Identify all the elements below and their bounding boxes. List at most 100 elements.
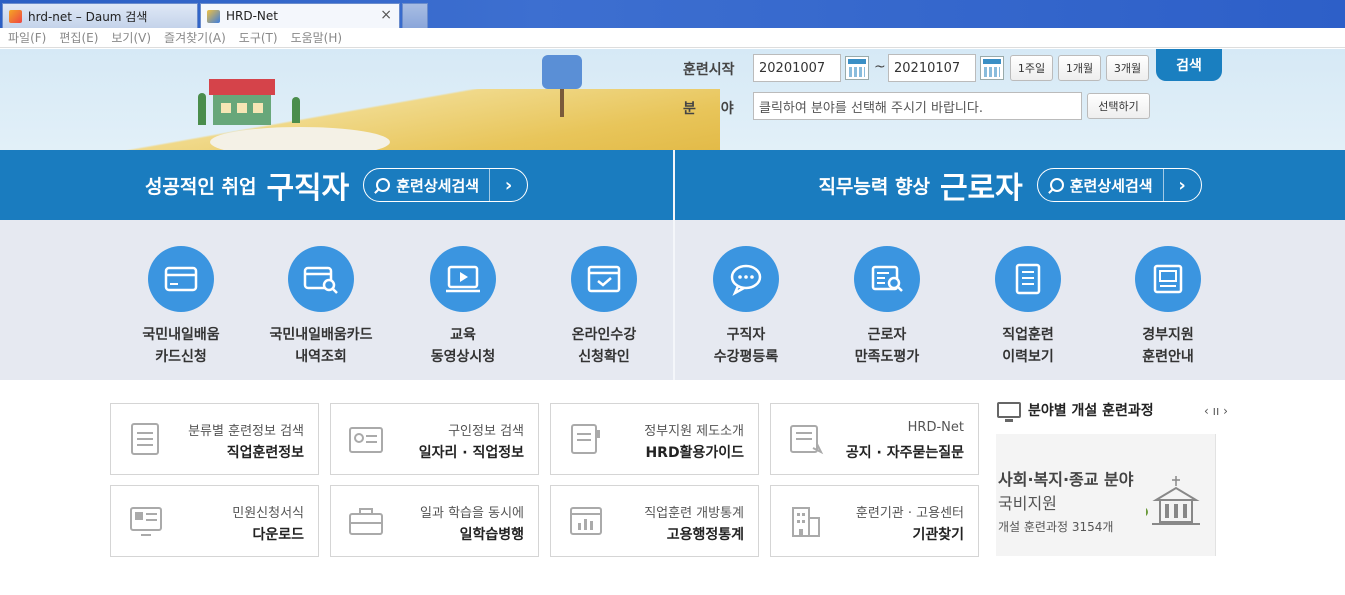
- card-caption: 분류별 훈련정보 검색: [188, 424, 304, 439]
- range-1week-button[interactable]: 1주일: [1010, 55, 1053, 81]
- daum-favicon-icon: [9, 9, 22, 23]
- range-1month-button[interactable]: 1개월: [1058, 55, 1101, 81]
- menu-file[interactable]: 파일(F): [8, 29, 46, 46]
- service-label-line2: 카드신청: [155, 349, 207, 365]
- start-date-input[interactable]: 20201007: [753, 54, 841, 82]
- menu-favorites[interactable]: 즐겨찾기(A): [164, 29, 226, 46]
- carousel-pager[interactable]: ‹ ıı ›: [1204, 404, 1228, 418]
- tab-label: hrd-net – Daum 검색: [28, 9, 148, 24]
- service-label-line2: 동영상시청: [430, 349, 496, 365]
- search-button[interactable]: 검색: [1156, 49, 1222, 81]
- promo-count: 개설 훈련과정 3154개: [998, 520, 1114, 534]
- service-label-line2: 신청확인: [578, 349, 630, 365]
- card-title: 기관찾기: [912, 527, 964, 543]
- online-check-icon: [571, 246, 637, 312]
- card-caption: 직업훈련 개방통계: [644, 506, 744, 521]
- card-icon: [148, 246, 214, 312]
- quick-link-find-institution[interactable]: 훈련기관 · 고용센터 기관찾기: [770, 485, 979, 557]
- menu-view[interactable]: 보기(V): [111, 29, 151, 46]
- service-label-line2: 만족도평가: [854, 349, 920, 365]
- card-caption: 민원신청서식: [232, 506, 304, 521]
- end-date-input[interactable]: 20210107: [888, 54, 976, 82]
- field-select-input[interactable]: 클릭하여 분야를 선택해 주시기 바랍니다.: [753, 92, 1082, 120]
- service-video[interactable]: 교육동영상시청: [383, 220, 543, 368]
- banner-subtitle: 직무능력 향상: [818, 175, 930, 198]
- search-icon: [376, 178, 391, 192]
- quick-link-jobs[interactable]: 구인정보 검색 일자리 · 직업정보: [330, 403, 539, 475]
- quick-link-notice-faq[interactable]: HRD-Net 공지 · 자주묻는질문: [770, 403, 979, 475]
- card-caption: 일과 학습을 동시에: [420, 506, 524, 521]
- survey-icon: [854, 246, 920, 312]
- chat-icon: [713, 246, 779, 312]
- service-label-line1: 국민내일배움: [142, 327, 220, 343]
- banner-title: 근로자: [939, 171, 1023, 206]
- service-survey[interactable]: 근로자만족도평가: [807, 220, 967, 368]
- menu-help[interactable]: 도움말(H): [291, 29, 343, 46]
- card-caption: 정부지원 제도소개: [644, 424, 744, 439]
- menu-bar: 파일(F) 편집(E) 보기(V) 즐겨찾기(A) 도구(T) 도움말(H): [0, 28, 1345, 48]
- document-list-icon: [131, 423, 159, 455]
- start-calendar-icon[interactable]: [845, 56, 869, 80]
- ie-favicon-icon: [207, 9, 220, 23]
- service-online-check[interactable]: 온라인수강신청확인: [524, 220, 684, 368]
- card-caption: HRD-Net: [907, 420, 964, 435]
- service-card-history[interactable]: 국민내일배움카드 내역조회: [241, 220, 401, 368]
- banner-subtitle: 성공적인 취업: [144, 175, 257, 198]
- tree-illustration: [292, 97, 300, 123]
- service-training-history[interactable]: 직업훈련 이력보기: [948, 220, 1108, 368]
- service-gov-guide[interactable]: 경부지원 훈련안내: [1088, 220, 1248, 368]
- worker-detail-search-button[interactable]: 훈련상세검색 ›: [1036, 168, 1202, 202]
- worker-banner: 직무능력 향상 근로자 훈련상세검색 ›: [675, 150, 1345, 220]
- close-tab-icon[interactable]: ×: [380, 7, 392, 23]
- tree-illustration: [198, 93, 206, 125]
- history-icon: [995, 246, 1061, 312]
- tab-daum-search[interactable]: hrd-net – Daum 검색: [2, 3, 198, 28]
- panel-title: 분야별 개설 훈련과정: [997, 400, 1154, 422]
- job-seeker-detail-search-button[interactable]: 훈련상세검색 ›: [363, 168, 529, 202]
- banner-title: 구직자: [266, 171, 350, 206]
- promo-category: 사회·복지·종교 분야: [998, 470, 1134, 489]
- quick-link-hrd-guide[interactable]: 정부지원 제도소개 HRD활용가이드: [550, 403, 759, 475]
- card-caption: 훈련기관 · 고용센터: [855, 506, 964, 521]
- menu-tools[interactable]: 도구(T): [239, 29, 278, 46]
- card-title: 공지 · 자주묻는질문: [845, 445, 964, 461]
- chevron-right-icon: ›: [1162, 168, 1201, 202]
- quick-link-work-study[interactable]: 일과 학습을 동시에 일학습병행: [330, 485, 539, 557]
- range-3month-button[interactable]: 3개월: [1106, 55, 1149, 81]
- end-calendar-icon[interactable]: [980, 56, 1004, 80]
- house-illustration: [209, 79, 275, 125]
- id-card-icon: [349, 427, 383, 453]
- service-card-apply[interactable]: 국민내일배움카드신청: [101, 220, 261, 368]
- training-course-promo[interactable]: 사회·복지·종교 분야 국비지원 개설 훈련과정 3154개: [996, 434, 1237, 556]
- card-title: HRD활용가이드: [645, 445, 744, 461]
- hero-search-area: 훈련시작 20201007 ~ 20210107 1주일 1개월 3개월 분 야…: [0, 49, 1345, 150]
- church-building-icon: [1146, 476, 1200, 525]
- tab-label: HRD-Net: [226, 9, 278, 23]
- tab-hrd-net[interactable]: HRD-Net ×: [200, 3, 400, 28]
- select-field-button[interactable]: 선택하기: [1087, 93, 1150, 119]
- briefcase-icon: [349, 508, 383, 535]
- video-icon: [430, 246, 496, 312]
- card-title: 일자리 · 직업정보: [418, 445, 524, 461]
- card-search-icon: [288, 246, 354, 312]
- service-label-line1: 구직자: [726, 327, 766, 343]
- service-label-line1: 온라인수강: [571, 327, 637, 343]
- service-label-line1: 국민내일배움카드: [269, 327, 373, 343]
- service-label-line1: 교육: [450, 327, 476, 343]
- service-label-line1: 근로자: [867, 327, 907, 343]
- building-icon: [792, 507, 820, 537]
- date-separator: ~: [874, 59, 886, 75]
- new-tab-button[interactable]: [402, 3, 428, 28]
- service-label-line1: 경부지원: [1142, 327, 1194, 343]
- statistics-icon: [570, 507, 602, 535]
- browser-tab-bar: hrd-net – Daum 검색 HRD-Net ×: [0, 0, 1345, 28]
- search-icon: [1049, 178, 1064, 192]
- quick-link-training-info[interactable]: 분류별 훈련정보 검색 직업훈련정보: [110, 403, 319, 475]
- service-review[interactable]: 구직자 수강평등록: [666, 220, 826, 368]
- quick-link-forms-download[interactable]: 민원신청서식 다운로드: [110, 485, 319, 557]
- guide-icon: [571, 424, 600, 454]
- menu-edit[interactable]: 편집(E): [59, 29, 98, 46]
- quick-link-statistics[interactable]: 직업훈련 개방통계 고용행정통계: [550, 485, 759, 557]
- training-start-label: 훈련시작: [683, 62, 735, 78]
- card-title: 직업훈련정보: [226, 445, 304, 461]
